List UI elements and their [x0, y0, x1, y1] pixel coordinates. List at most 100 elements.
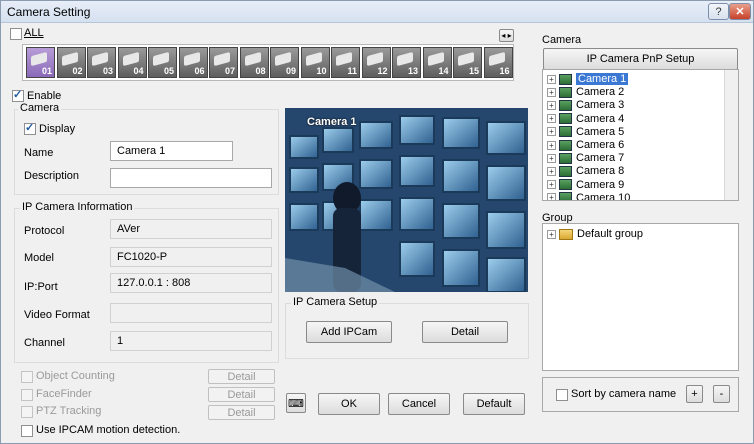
camera-tree-label: Camera 2: [576, 86, 625, 99]
enable-checkbox[interactable]: [12, 88, 24, 102]
object-counting-detail-button[interactable]: Detail: [208, 369, 275, 384]
ipport-label: IP:Port: [24, 281, 58, 293]
camera-tree-scrollbar[interactable]: [724, 70, 738, 200]
expand-icon[interactable]: +: [547, 100, 556, 110]
expand-icon[interactable]: +: [547, 114, 556, 124]
camera-thumb-06[interactable]: 06: [178, 47, 208, 78]
camera-thumb-10[interactable]: 10: [300, 47, 330, 78]
expand-icon[interactable]: +: [547, 140, 556, 150]
all-label: ALL: [24, 27, 44, 39]
camera-icon: [397, 51, 413, 67]
ipport-value: 127.0.0.1 : 808: [110, 273, 272, 293]
model-label: Model: [24, 252, 54, 264]
name-input[interactable]: Camera 1: [110, 141, 233, 161]
group-tree-item[interactable]: + Default group: [547, 227, 643, 241]
camera-thumb-07[interactable]: 07: [209, 47, 238, 78]
camera-thumb-number: 09: [285, 66, 296, 76]
video-format-value: [110, 303, 272, 323]
camera-thumb-12[interactable]: 12: [361, 47, 391, 78]
camera-thumb-01[interactable]: 01: [26, 47, 55, 78]
ok-button[interactable]: OK: [318, 393, 380, 415]
camera-icon: [305, 51, 322, 67]
expand-icon[interactable]: +: [547, 87, 556, 97]
ptz-tracking-checkbox[interactable]: [21, 406, 33, 418]
display-checkbox[interactable]: [24, 121, 36, 135]
camera-thumb-number: 07: [224, 66, 235, 76]
camera-preview: Camera 1: [285, 108, 528, 292]
camera-thumb-number: 15: [468, 66, 479, 76]
camera-tree-item[interactable]: + Camera 5: [547, 125, 624, 139]
expand-icon[interactable]: +: [547, 193, 556, 200]
expand-icon[interactable]: +: [547, 229, 556, 239]
sort-checkbox[interactable]: [556, 389, 568, 401]
camera-tree[interactable]: + Camera 1 + Camera 2 + Camera 3 + Camera 4 + Cam…: [542, 69, 739, 201]
camera-icon: [559, 113, 572, 125]
add-group-button[interactable]: +: [686, 385, 703, 403]
camera-thumb-09[interactable]: 09: [270, 47, 299, 78]
camera-thumb-16[interactable]: 16: [483, 47, 513, 78]
camera-tree-item[interactable]: + Camera 8: [547, 164, 624, 178]
default-button[interactable]: Default: [463, 393, 525, 415]
camera-thumb-02[interactable]: 02: [56, 47, 86, 78]
camera-thumb-number: 05: [163, 66, 174, 76]
camera-icon: [61, 51, 78, 67]
camera-icon: [183, 51, 200, 67]
ipcam-motion-checkbox[interactable]: [21, 425, 33, 437]
camera-thumb-03[interactable]: 03: [87, 47, 116, 78]
camera-icon: [244, 51, 261, 67]
help-button[interactable]: ?: [708, 3, 729, 20]
camera-thumb-15[interactable]: 15: [453, 47, 482, 78]
camera-thumb-11[interactable]: 11: [331, 47, 360, 78]
camera-thumb-04[interactable]: 04: [117, 47, 147, 78]
expand-icon[interactable]: +: [547, 180, 556, 190]
remove-group-button[interactable]: -: [713, 385, 730, 403]
camera-thumb-05[interactable]: 05: [148, 47, 177, 78]
camera-icon: [92, 51, 108, 67]
camera-icon: [214, 51, 230, 67]
facefinder-checkbox[interactable]: [21, 389, 33, 401]
camera-icon: [559, 139, 572, 151]
camera-thumb-number: 04: [133, 66, 144, 76]
close-button[interactable]: ✕: [729, 3, 751, 20]
camera-thumb-08[interactable]: 08: [239, 47, 269, 78]
camera-thumb-13[interactable]: 13: [392, 47, 421, 78]
description-input[interactable]: [110, 168, 272, 188]
protocol-label: Protocol: [24, 225, 65, 237]
ptz-tracking-detail-button[interactable]: Detail: [208, 405, 275, 420]
camera-tree-item[interactable]: + Camera 7: [547, 151, 624, 165]
camera-tree-item[interactable]: + Camera 4: [547, 112, 624, 126]
ptz-tracking-label: PTZ Tracking: [36, 405, 102, 417]
camera-tree-item[interactable]: + Camera 3: [547, 98, 624, 112]
channel-value: 1: [110, 331, 272, 351]
all-checkbox[interactable]: [10, 28, 22, 40]
expand-icon[interactable]: +: [547, 127, 556, 137]
camera-icon: [559, 73, 572, 85]
camera-tree-item[interactable]: + Camera 6: [547, 138, 624, 152]
camera-tree-item[interactable]: + Camera 2: [547, 85, 624, 99]
ip-detail-button[interactable]: Detail: [422, 321, 508, 343]
camera-thumb-14[interactable]: 14: [422, 47, 452, 78]
camera-tree-label: Camera 3: [576, 99, 625, 112]
expand-icon[interactable]: +: [547, 166, 556, 176]
camera-setting-window: Camera Setting ? ✕ ALL ◂ ▸ 01 02 03 04 05 06 0…: [0, 0, 754, 444]
folder-icon: [559, 228, 573, 240]
keyboard-icon[interactable]: ⌨: [286, 393, 306, 413]
camera-icon: [559, 99, 572, 111]
expand-icon[interactable]: +: [547, 153, 556, 163]
camera-tree-item[interactable]: + Camera 10: [547, 191, 630, 200]
expand-icon[interactable]: +: [547, 74, 556, 84]
camera-tree-item[interactable]: + Camera 9: [547, 178, 624, 192]
strip-nav-arrows[interactable]: ◂ ▸: [499, 29, 514, 42]
protocol-value: AVer: [110, 219, 272, 239]
camera-thumb-number: 01: [41, 66, 52, 76]
group-tree[interactable]: + Default group: [542, 223, 739, 371]
object-counting-checkbox[interactable]: [21, 371, 33, 383]
pnp-setup-button[interactable]: IP Camera PnP Setup: [543, 48, 738, 70]
camera-icon: [488, 51, 505, 67]
camera-thumb-number: 13: [407, 66, 418, 76]
cancel-button[interactable]: Cancel: [388, 393, 450, 415]
camera-thumb-number: 03: [102, 66, 113, 76]
camera-tree-item[interactable]: + Camera 1: [547, 72, 629, 86]
facefinder-detail-button[interactable]: Detail: [208, 387, 275, 402]
add-ipcam-button[interactable]: Add IPCam: [306, 321, 392, 343]
